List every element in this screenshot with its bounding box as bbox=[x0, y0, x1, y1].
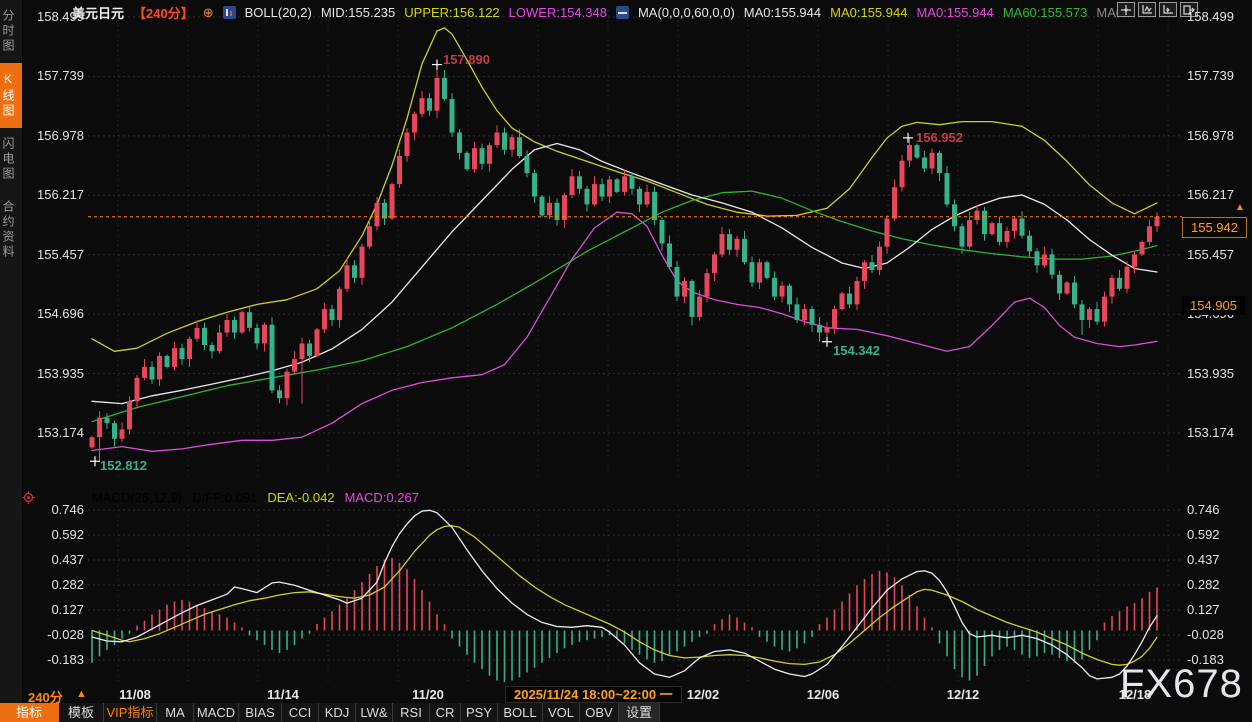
toolbar-item-MA[interactable]: MA bbox=[157, 703, 194, 722]
candlestick-macd-chart bbox=[0, 0, 1252, 722]
price-axis-right-label: 155.457 bbox=[1187, 247, 1234, 262]
time-axis: 240分 ▲ 2025/11/24 18:00~22:00 一 11/0811/… bbox=[0, 686, 1252, 703]
annotation-start-low: 152.812 bbox=[100, 458, 147, 473]
toolbar-item-BOLL[interactable]: BOLL bbox=[498, 703, 543, 722]
ma-chart-icon[interactable] bbox=[616, 6, 629, 19]
boll-upper-value: UPPER:156.122 bbox=[404, 5, 499, 20]
hover-datetime-tooltip: 2025/11/24 18:00~22:00 一 bbox=[505, 686, 682, 703]
toolbar-item-MACD[interactable]: MACD bbox=[194, 703, 239, 722]
app-window: 分时图K线图闪电图合约资料 美元日元 【240分】 ⊕ BOLL(20,2) M… bbox=[0, 0, 1252, 722]
macd-diff-value: DIFF:0.091 bbox=[192, 490, 257, 505]
macd-axis-left-label: -0.028 bbox=[24, 627, 84, 642]
x-tick-12-02: 12/02 bbox=[687, 687, 720, 702]
macd-axis-right-label: 0.746 bbox=[1187, 502, 1220, 517]
toolbar-item-VIP指标[interactable]: VIP指标 bbox=[104, 703, 157, 722]
hover-price-tag: 154.905 bbox=[1182, 296, 1245, 315]
current-price-tag: 155.942 bbox=[1182, 217, 1247, 238]
price-axis-left-label: 153.174 bbox=[24, 425, 84, 440]
sidebar-tab-0[interactable]: 分时图 bbox=[0, 0, 22, 63]
x-tick-12-12: 12/12 bbox=[947, 687, 980, 702]
sidebar-tab-2[interactable]: 闪电图 bbox=[0, 128, 22, 191]
price-axis-right-label: 157.739 bbox=[1187, 68, 1234, 83]
price-axis-right-label: 156.978 bbox=[1187, 128, 1234, 143]
x-tick-11-14: 11/14 bbox=[267, 687, 299, 702]
ma0-yellow-value: MA0:155.944 bbox=[830, 5, 907, 20]
ma-group-label: MA(0,0,0,60,0,0) bbox=[638, 5, 735, 20]
x-tick-11-20: 11/20 bbox=[412, 687, 444, 702]
annotation-swing-low: 154.342 bbox=[833, 343, 880, 358]
fx678-watermark: FX678 bbox=[1120, 662, 1243, 707]
boll-mid-value: MID:155.235 bbox=[321, 5, 395, 20]
pan-crosshair-icon[interactable] bbox=[1117, 2, 1135, 17]
macd-axis-left-label: 0.746 bbox=[24, 502, 84, 517]
sidebar-tab-1[interactable]: K线图 bbox=[0, 63, 22, 128]
price-axis-left-label: 157.739 bbox=[24, 68, 84, 83]
chart-controls bbox=[1117, 2, 1198, 17]
macd-axis-left-label: 0.592 bbox=[24, 527, 84, 542]
macd-dea-value: DEA:-0.042 bbox=[267, 490, 334, 505]
price-axis-right-label: 153.174 bbox=[1187, 425, 1234, 440]
ma0-magenta-value: MA0:155.944 bbox=[916, 5, 993, 20]
price-axis-left-label: 156.978 bbox=[24, 128, 84, 143]
macd-axis-left-label: 0.127 bbox=[24, 602, 84, 617]
macd-axis-left-label: 0.437 bbox=[24, 552, 84, 567]
annotation-swing-high: 156.952 bbox=[916, 130, 963, 145]
macd-axis-right-label: 0.127 bbox=[1187, 602, 1220, 617]
macd-axis-right-label: 0.282 bbox=[1187, 577, 1220, 592]
boll-chart-icon[interactable] bbox=[223, 6, 236, 19]
toolbar-item-模板[interactable]: 模板 bbox=[59, 703, 104, 722]
toolbar-item-CR[interactable]: CR bbox=[430, 703, 461, 722]
sidebar-tab-3[interactable]: 合约资料 bbox=[0, 191, 22, 269]
macd-axis-right-label: -0.028 bbox=[1187, 627, 1224, 642]
x-tick-11-08: 11/08 bbox=[119, 687, 151, 702]
price-axis-left-label: 155.457 bbox=[24, 247, 84, 262]
macd-axis-left-label: -0.183 bbox=[24, 652, 84, 667]
toolbar-item-PSY[interactable]: PSY bbox=[461, 703, 498, 722]
macd-axis-left-label: 0.282 bbox=[24, 577, 84, 592]
x-tick-12-06: 12/06 bbox=[807, 687, 840, 702]
boll-lower-value: LOWER:154.348 bbox=[509, 5, 607, 20]
macd-axis-right-label: 0.592 bbox=[1187, 527, 1220, 542]
left-sidebar: 分时图K线图闪电图合约资料 bbox=[0, 0, 23, 722]
indicator-toolbar: 指标模板VIP指标MAMACDBIASCCIKDJLW&RSICRPSYBOLL… bbox=[0, 703, 660, 722]
boll-label: BOLL(20,2) bbox=[245, 5, 312, 20]
toolbar-item-RSI[interactable]: RSI bbox=[393, 703, 430, 722]
macd-legend: MACD(26,12,9) DIFF:0.091 DEA:-0.042 MACD… bbox=[92, 490, 419, 505]
toolbar-item-CCI[interactable]: CCI bbox=[282, 703, 319, 722]
price-axis-right-label: 158.499 bbox=[1187, 9, 1234, 24]
toolbar-item-指标[interactable]: 指标 bbox=[0, 703, 59, 722]
macd-axis-right-label: 0.437 bbox=[1187, 552, 1220, 567]
annotation-peak-high: 157.890 bbox=[443, 52, 490, 67]
price-axis-right-label: 156.217 bbox=[1187, 187, 1234, 202]
price-marker-arrow-icon: ▲ bbox=[1235, 202, 1245, 213]
toolbar-item-VOL[interactable]: VOL bbox=[543, 703, 580, 722]
chart-legend: 美元日元 【240分】 ⊕ BOLL(20,2) MID:155.235 UPP… bbox=[72, 3, 1127, 22]
price-axis-left-label: 154.696 bbox=[24, 306, 84, 321]
toolbar-item-LW&[interactable]: LW& bbox=[356, 703, 393, 722]
add-indicator-icon[interactable]: ⊕ bbox=[203, 5, 214, 21]
price-axis-right-label: 153.935 bbox=[1187, 366, 1234, 381]
ma60-green-value: MA60:155.573 bbox=[1003, 5, 1088, 20]
toolbar-item-BIAS[interactable]: BIAS bbox=[239, 703, 282, 722]
toolbar-item-KDJ[interactable]: KDJ bbox=[319, 703, 356, 722]
macd-title: MACD(26,12,9) bbox=[92, 490, 182, 505]
price-axis-left-label: 158.499 bbox=[24, 9, 84, 24]
zoom-y-axis-icon[interactable] bbox=[1138, 2, 1156, 17]
macd-value: MACD:0.267 bbox=[345, 490, 419, 505]
toolbar-item-设置[interactable]: 设置 bbox=[619, 703, 660, 722]
price-axis-left-label: 153.935 bbox=[24, 366, 84, 381]
zoom-x-axis-icon[interactable] bbox=[1159, 2, 1177, 17]
toolbar-item-OBV[interactable]: OBV bbox=[580, 703, 619, 722]
ma0-white-value: MA0:155.944 bbox=[744, 5, 821, 20]
period-dropdown-icon[interactable]: ▲ bbox=[76, 688, 87, 700]
period-label[interactable]: 【240分】 bbox=[133, 3, 194, 22]
price-axis-left-label: 156.217 bbox=[24, 187, 84, 202]
